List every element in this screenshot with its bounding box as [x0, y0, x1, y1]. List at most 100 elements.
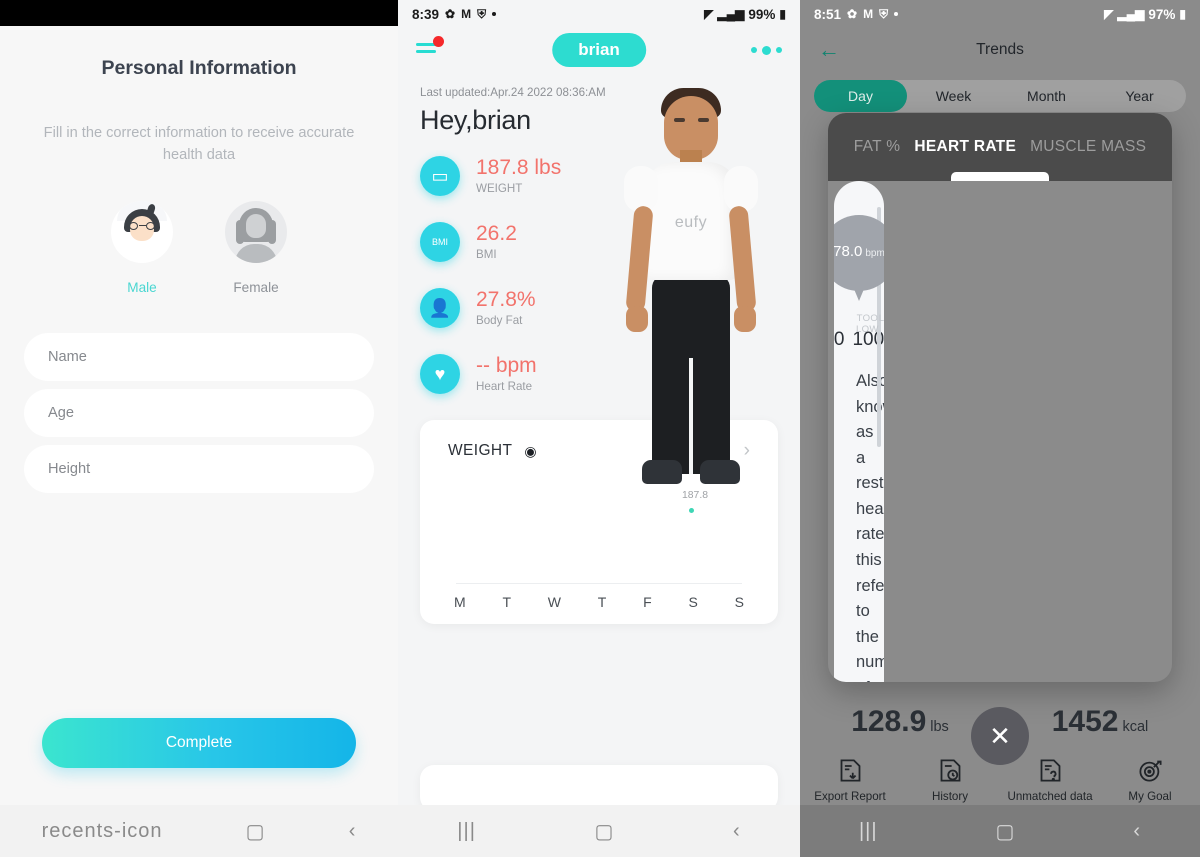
- heart-rate-gauge: 78.0 bpm TOO LOW LOW NORMAL HIG: [834, 201, 884, 335]
- metric-label: Body Fat: [476, 314, 523, 328]
- gender-selector: Male Female: [24, 200, 374, 295]
- metric-label: BMI: [476, 248, 497, 262]
- my-goal-icon: [1138, 760, 1162, 782]
- gender-label-female: Female: [233, 279, 279, 295]
- age-field[interactable]: Age: [24, 388, 374, 437]
- status-time: 8:51: [814, 6, 842, 22]
- day-label: W: [547, 594, 562, 610]
- status-bar-3: 8:51 ✿ M ⛨ ◤ ▂▄▆ 97% ▮: [800, 0, 1200, 28]
- segment-year[interactable]: Year: [1093, 80, 1186, 112]
- back-icon[interactable]: ‹: [733, 820, 741, 843]
- metric-label: WEIGHT: [476, 182, 523, 196]
- tool-label: My Goal: [1128, 790, 1172, 803]
- close-icon[interactable]: ✕: [971, 707, 1029, 765]
- day-label: F: [643, 594, 652, 610]
- phone-screen-trends: 8:51 ✿ M ⛨ ◤ ▂▄▆ 97% ▮ ← Trends Day Week…: [800, 0, 1200, 857]
- zone-label: TOO LOW: [856, 313, 879, 335]
- chart-axis: [456, 583, 742, 584]
- height-field[interactable]: Height: [24, 444, 374, 493]
- status-bar-1: [0, 0, 398, 26]
- page-title: Personal Information: [101, 57, 297, 79]
- day-label: S: [688, 594, 698, 610]
- gear-icon: ✿: [445, 7, 456, 21]
- hamburger-menu-icon[interactable]: [416, 36, 444, 59]
- battery-icon: ▮: [779, 7, 786, 21]
- day-label: M: [454, 594, 466, 610]
- heart-rate-icon: ♥: [420, 354, 460, 394]
- period-segmented-control: Day Week Month Year: [814, 80, 1186, 112]
- trends-header: ← Trends: [800, 28, 1200, 72]
- gender-option-female[interactable]: Female: [225, 200, 287, 295]
- android-navbar-1: recents-icon ▢ ‹: [0, 805, 398, 857]
- weight-chart: 187.8: [448, 468, 750, 584]
- stat-unit: lbs: [930, 719, 949, 735]
- recents-icon[interactable]: recents-icon: [42, 820, 163, 843]
- gauge-zone-labels: TOO LOW LOW NORMAL HIGH EXTREM...: [856, 313, 884, 335]
- chart-point: [689, 508, 694, 513]
- tool-label: Unmatched data: [1007, 790, 1093, 803]
- eye-icon[interactable]: ◉: [524, 443, 536, 460]
- metric-value: 187.8 lbs: [476, 155, 562, 179]
- tab-fat-percent[interactable]: FAT %: [854, 138, 901, 156]
- tool-label: History: [931, 790, 969, 803]
- bmi-icon: BMI: [420, 222, 460, 262]
- day-label: T: [597, 594, 607, 610]
- zone-label: LOW: [878, 313, 884, 324]
- metric-description: Also known as a resting heart rate, this…: [856, 372, 884, 682]
- personal-info-form: Name Age Height: [24, 332, 374, 493]
- recents-icon[interactable]: |||: [859, 820, 878, 843]
- segment-week[interactable]: Week: [907, 80, 1000, 112]
- phone-screen-personal-information: Personal Information Fill in the correct…: [0, 0, 398, 857]
- tool-history[interactable]: History: [900, 757, 1000, 803]
- phone-screen-dashboard: 8:39 ✿ M ⛨ ◤ ▂▄▆ 99% ▮ brian eufy Last u…: [398, 0, 800, 857]
- gauge-value-bubble: 78.0 bpm: [834, 215, 884, 291]
- name-field[interactable]: Name: [24, 332, 374, 381]
- wifi-icon: ◤: [704, 7, 714, 21]
- female-avatar-icon: [225, 200, 287, 263]
- tab-muscle-mass[interactable]: MUSCLE MASS: [1030, 138, 1146, 156]
- home-icon[interactable]: ▢: [996, 819, 1016, 844]
- tool-export-report[interactable]: Export Report: [800, 757, 900, 803]
- back-icon[interactable]: ‹: [1133, 820, 1141, 843]
- metric-value: 26.2: [476, 221, 517, 245]
- metric-row[interactable]: ▭ 187.8 lbs WEIGHT: [420, 156, 778, 196]
- personal-information-body: Personal Information Fill in the correct…: [0, 57, 398, 493]
- segment-month[interactable]: Month: [1000, 80, 1093, 112]
- gmail-icon: M: [863, 7, 874, 21]
- metric-detail-modal: FAT % HEART RATE MUSCLE MASS 78.0 bpm TO…: [828, 113, 1172, 682]
- signal-icon: ▂▄▆: [1117, 7, 1145, 21]
- tick-value: 60.0: [834, 329, 845, 350]
- metric-row[interactable]: BMI 26.2 BMI: [420, 222, 778, 262]
- metric-row[interactable]: ♥ -- bpm Heart Rate: [420, 354, 778, 394]
- export-report-icon: [840, 759, 860, 782]
- metric-value: 27.8%: [476, 287, 536, 311]
- unmatched-data-icon: [1040, 759, 1060, 782]
- tool-unmatched-data[interactable]: Unmatched data: [1000, 757, 1100, 803]
- gauge-unit: bpm: [865, 248, 884, 259]
- stat-value: 128.9: [851, 705, 927, 738]
- tool-my-goal[interactable]: My Goal: [1100, 757, 1200, 803]
- gender-option-male[interactable]: Male: [111, 200, 173, 295]
- dot-icon: [492, 12, 497, 16]
- body-fat-icon: 👤: [420, 288, 460, 328]
- tab-heart-rate[interactable]: HEART RATE: [914, 138, 1016, 156]
- complete-button[interactable]: Complete: [42, 718, 356, 768]
- segment-day[interactable]: Day: [814, 80, 907, 112]
- back-icon[interactable]: ‹: [349, 820, 357, 843]
- home-icon[interactable]: ▢: [595, 819, 615, 844]
- page-title: Trends: [976, 41, 1024, 58]
- metric-row[interactable]: 👤 27.8% Body Fat: [420, 288, 778, 328]
- screenshot-root: Personal Information Fill in the correct…: [0, 0, 1200, 857]
- chart-day-labels: M T W T F S S: [448, 584, 750, 610]
- day-label: T: [502, 594, 512, 610]
- gear-icon: ✿: [847, 7, 858, 21]
- home-icon[interactable]: ▢: [246, 819, 266, 844]
- tool-label: Export Report: [814, 790, 886, 803]
- more-options-icon[interactable]: [751, 45, 782, 55]
- gmail-icon: M: [461, 7, 472, 21]
- user-name-pill[interactable]: brian: [552, 33, 646, 67]
- gender-label-male: Male: [127, 279, 157, 295]
- active-tab-indicator: [951, 172, 1049, 181]
- recents-icon[interactable]: |||: [457, 820, 476, 843]
- wifi-icon: ◤: [1104, 7, 1114, 21]
